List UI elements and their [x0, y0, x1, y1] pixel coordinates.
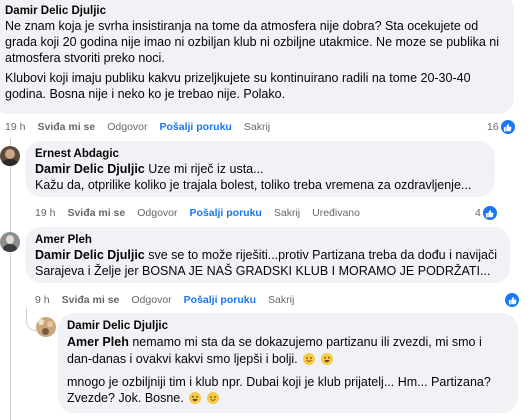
comment-text-line: Sarajeva i Želje jer BOSNA JE NAŠ GRADSK…	[35, 264, 491, 278]
comment-1: Damir Delic Djuljic Ne znam koja je svrh…	[0, 0, 530, 140]
comment-actions: 19 h Sviđa mi se Odgovor Pošalji poruku …	[35, 207, 372, 219]
reaction-count-value: 16	[487, 121, 499, 133]
avatar-amer[interactable]	[0, 232, 20, 252]
comment-actions: 19 h Sviđa mi se Odgovor Pošalji poruku …	[5, 121, 282, 133]
send-message-button[interactable]: Pošalji poruku	[160, 121, 232, 133]
reaction-count-value: 4	[475, 207, 481, 219]
comment-text: Amer Pleh nemamo mi sta da se dokazujemo…	[67, 334, 517, 350]
edited-label[interactable]: Uređivano	[312, 207, 360, 219]
reply-button[interactable]: Odgovor	[137, 207, 177, 219]
comment-text: dan-danas i ovakvi kakvi smo ljepši i bo…	[67, 351, 517, 367]
reply-button[interactable]: Odgovor	[131, 294, 171, 306]
avatar-ernest[interactable]	[0, 146, 20, 166]
emoji-grin	[320, 353, 333, 365]
reaction-count[interactable]: 4	[475, 206, 497, 220]
comment-actions: 9 h Sviđa mi se Odgovor Pošalji poruku S…	[35, 294, 306, 306]
comment-author[interactable]: Amer Pleh	[35, 234, 92, 246]
emoji-smile	[206, 392, 219, 404]
comment-text: Klubovi koji imaju publiku kakvu prizelj…	[5, 71, 471, 101]
comment-author[interactable]: Ernest Abdagic	[35, 148, 119, 160]
like-button[interactable]: Sviđa mi se	[37, 121, 95, 133]
hide-button[interactable]: Sakrij	[274, 207, 300, 219]
avatar-damir[interactable]	[36, 317, 56, 337]
send-message-button[interactable]: Pošalji poruku	[184, 294, 256, 306]
comment-text-line: dan-danas i ovakvi kakvi smo ljepši i bo…	[67, 352, 298, 366]
like-button[interactable]: Sviđa mi se	[67, 207, 125, 219]
comment-text-line: mnogo je ozbiljniji tim i klub npr. Duba…	[67, 375, 491, 389]
send-message-button[interactable]: Pošalji poruku	[190, 207, 262, 219]
thread-line	[10, 256, 11, 420]
comment-author[interactable]: Damir Delic Djuljic	[5, 5, 106, 17]
comment-text-line: sve se to može riješiti...protiv Partiza…	[144, 248, 498, 262]
like-icon	[505, 293, 519, 307]
comment-text-line: Kažu da, otprilike koliko je trajala bol…	[35, 178, 472, 192]
mention[interactable]: Damir Delic Djuljic	[35, 248, 145, 262]
like-button[interactable]: Sviđa mi se	[62, 294, 120, 306]
reply-button[interactable]: Odgovor	[107, 121, 147, 133]
reaction-count[interactable]: 16	[487, 120, 515, 134]
hide-button[interactable]: Sakrij	[268, 294, 294, 306]
timestamp[interactable]: 9 h	[35, 294, 50, 306]
comment-text: Ne znam koja je svrha insistiranja na to…	[5, 19, 500, 65]
hide-button[interactable]: Sakrij	[244, 121, 270, 133]
comment-text-line: Uze mi riječ iz usta...	[144, 162, 264, 176]
comment-text-line: nemamo mi sta da se dokazujemo partizanu…	[128, 335, 482, 349]
comment-author[interactable]: Damir Delic Djuljic	[67, 320, 168, 332]
comment-text-line: Zvezde? Jok. Bosne.	[67, 391, 184, 405]
mention[interactable]: Damir Delic Djuljic	[35, 162, 145, 176]
timestamp[interactable]: 19 h	[5, 121, 25, 133]
like-icon	[500, 120, 515, 134]
comment-text: Damir Delic Djuljic Uze mi riječ iz usta…	[35, 161, 490, 177]
emoji-grin	[189, 392, 202, 404]
like-icon	[482, 206, 497, 220]
comment-text: Zvezde? Jok. Bosne.	[67, 390, 517, 406]
timestamp[interactable]: 19 h	[35, 207, 55, 219]
comment-text: Damir Delic Djuljic sve se to može riješ…	[35, 247, 510, 263]
emoji-smile	[303, 353, 316, 365]
mention[interactable]: Amer Pleh	[67, 335, 129, 349]
reaction-count[interactable]	[505, 293, 519, 307]
